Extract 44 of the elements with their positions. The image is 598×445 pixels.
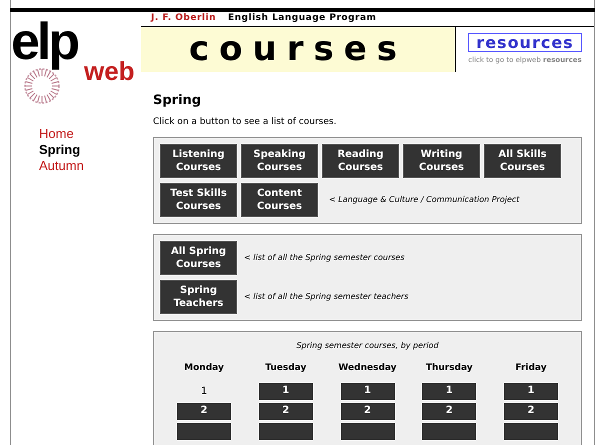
note-text: < Language & Culture / Communication Project (329, 194, 520, 206)
period-button[interactable]: 2 (177, 402, 231, 420)
period-number: 1 (200, 384, 208, 398)
period-button[interactable]: 1 (422, 382, 476, 400)
course-button[interactable]: Listening Courses (161, 145, 236, 177)
nav-link[interactable]: Spring (39, 142, 141, 158)
course-button[interactable]: Speaking Courses (242, 145, 317, 177)
school-name: J. F. Oberlin (151, 12, 216, 25)
banner: courses (141, 26, 456, 72)
day-heading: Thursday (426, 362, 473, 375)
course-button[interactable]: Content Courses (242, 184, 317, 216)
instruction-text: Click on a button to see a list of courses. (153, 116, 338, 128)
period-button[interactable]: 2 (340, 402, 394, 420)
nav-link[interactable]: Autumn (39, 158, 141, 174)
period-button[interactable]: 1 (258, 382, 313, 400)
program-name: English Language Program (228, 12, 376, 25)
schedule-caption: Spring semester courses, by period (295, 340, 440, 352)
period-button[interactable]: 2 (258, 402, 313, 420)
day-heading: Tuesday (265, 362, 306, 375)
course-button[interactable]: Test Skills Courses (161, 184, 236, 216)
period-button[interactable]: 1 (504, 382, 558, 400)
period-button[interactable]: 2 (504, 402, 558, 420)
day-heading: Monday (184, 362, 224, 375)
period-button[interactable] (177, 422, 231, 440)
period-button[interactable] (258, 422, 313, 440)
resources-link[interactable]: resources (468, 32, 582, 52)
period-button[interactable] (422, 422, 476, 440)
page-title: Spring (153, 92, 202, 110)
course-button[interactable]: Reading Courses (323, 145, 398, 177)
course-button[interactable]: All Spring Courses (161, 242, 236, 274)
course-button[interactable]: Spring Teachers (161, 281, 236, 313)
course-button[interactable]: Writing Courses (404, 145, 479, 177)
nav-link[interactable]: Home (39, 126, 141, 142)
period-button[interactable] (340, 422, 394, 440)
day-heading: Friday (515, 362, 547, 375)
period-button[interactable]: 1 (340, 382, 394, 400)
note-text: < list of all the Spring semester courses (244, 252, 404, 264)
logo-subtext: web (84, 58, 135, 84)
period-button[interactable]: 2 (422, 402, 476, 420)
note-text: < list of all the Spring semester teachers (244, 291, 408, 303)
period-button[interactable] (504, 422, 558, 440)
logo-text: elp (11, 16, 78, 68)
course-button[interactable]: All Skills Courses (485, 145, 560, 177)
day-heading: Wednesday (338, 362, 397, 375)
